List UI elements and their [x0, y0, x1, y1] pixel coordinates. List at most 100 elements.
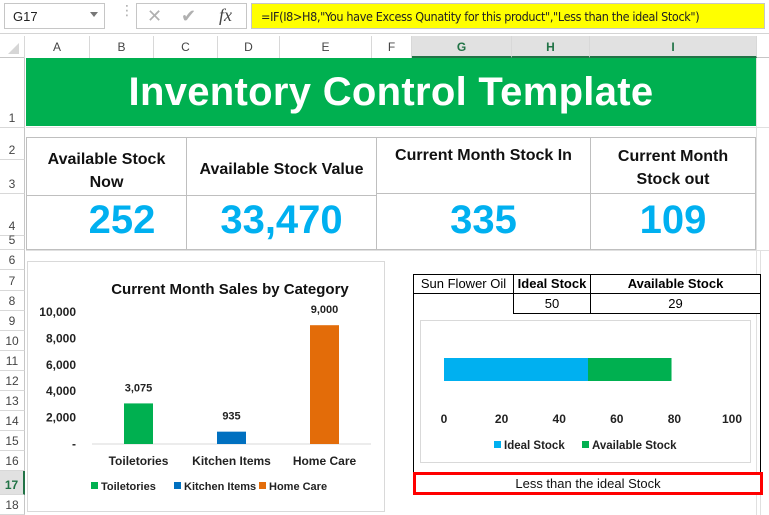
table-border: [413, 293, 414, 473]
row-header-2[interactable]: 2: [0, 128, 25, 160]
legend-swatch: [582, 441, 589, 448]
row-header-9[interactable]: 9: [0, 311, 25, 331]
row-header-12[interactable]: 12: [0, 371, 25, 391]
stock-chart-svg: 0 20 40 60 80 100 Ideal Stock Available Stock: [441, 358, 742, 452]
ideal-stock-header[interactable]: Ideal Stock: [513, 274, 591, 294]
kpi-value: 109: [639, 198, 707, 242]
formula-input[interactable]: =IF(I8>H8,"You have Excess Qunatity for …: [251, 3, 765, 29]
bar-kitchen-items: [217, 431, 246, 444]
row-header-14[interactable]: 14: [0, 411, 25, 431]
row-header-5[interactable]: 5: [0, 233, 25, 250]
column-header-g[interactable]: G: [412, 36, 512, 58]
fx-icon[interactable]: fx: [219, 5, 232, 26]
product-name-cell[interactable]: Sun Flower Oil: [413, 274, 514, 294]
kpi-label-line1: Available Stock: [47, 151, 166, 168]
select-all-icon: [8, 43, 19, 54]
legend-swatch: [91, 482, 98, 489]
x-tick-label: 20: [495, 412, 509, 426]
legend-label: Ideal Stock: [504, 440, 565, 452]
row-header-18[interactable]: 18: [0, 495, 25, 515]
chart-title: Current Month Sales by Category: [111, 281, 349, 298]
divider: [591, 193, 755, 194]
drag-handle-icon[interactable]: ⋮: [120, 3, 134, 17]
x-tick-label: 0: [441, 412, 448, 426]
column-header-i[interactable]: I: [590, 36, 757, 58]
column-header-h[interactable]: H: [512, 36, 590, 58]
status-cell[interactable]: Less than the ideal Stock: [413, 472, 763, 495]
row-header-8[interactable]: 8: [0, 291, 25, 311]
y-tick-label: 8,000: [46, 331, 76, 345]
kpi-value: 252: [88, 198, 156, 242]
kpi-label: Available Stock Value: [199, 161, 364, 178]
row-header-13[interactable]: 13: [0, 391, 25, 411]
gridline: [26, 127, 769, 128]
column-header-e[interactable]: E: [280, 36, 372, 58]
data-label: 935: [222, 411, 240, 423]
kpi-label: Current Month Stock In: [395, 147, 572, 164]
row-header-3[interactable]: 3: [0, 160, 25, 194]
ideal-stock-value[interactable]: 50: [513, 293, 591, 314]
row-header-7[interactable]: 7: [0, 270, 25, 291]
available-stock-header[interactable]: Available Stock: [590, 274, 761, 294]
x-icon[interactable]: ✕: [147, 6, 162, 27]
gridline: [26, 250, 769, 251]
row-header-17[interactable]: 17: [0, 471, 25, 495]
row-header-10[interactable]: 10: [0, 331, 25, 351]
column-header-b[interactable]: B: [90, 36, 154, 58]
kpi-label-line1: Current Month: [617, 148, 729, 165]
column-header-a[interactable]: A: [25, 36, 90, 58]
bar-toiletories: [124, 403, 153, 444]
kpi-label-line2: Now: [89, 174, 124, 191]
row-header-4[interactable]: 4: [0, 194, 25, 236]
kpi-label: Available Stock Now: [27, 148, 186, 194]
formula-buttons: ✕ ✔ fx: [136, 3, 247, 29]
kpi-value: 335: [450, 198, 517, 242]
bar-available-stock: [588, 358, 672, 381]
sales-chart-svg: Current Month Sales by Category - 2,000 4,0…: [39, 281, 371, 493]
column-header-c[interactable]: C: [154, 36, 218, 58]
formula-bar: G17 ⋮ ✕ ✔ fx =IF(I8>H8,"You have Excess …: [0, 0, 769, 34]
chevron-down-icon[interactable]: [90, 12, 98, 17]
divider: [27, 195, 186, 196]
column-header: A B C D E F G H I: [0, 36, 769, 58]
row-header-16[interactable]: 16: [0, 451, 25, 471]
legend-swatch: [494, 441, 501, 448]
row-header-15[interactable]: 15: [0, 431, 25, 451]
legend-label: Toiletories: [101, 481, 156, 493]
select-all-button[interactable]: [0, 36, 25, 58]
x-tick-label: 60: [610, 412, 624, 426]
legend-label: Kitchen Items: [184, 481, 256, 493]
row-header-11[interactable]: 11: [0, 351, 25, 371]
x-tick-label: Toiletories: [109, 454, 169, 468]
column-header-f[interactable]: F: [372, 36, 412, 58]
column-header-d[interactable]: D: [218, 36, 280, 58]
row-header-1[interactable]: 1: [0, 58, 25, 128]
kpi-available-stock-now[interactable]: Available Stock Now 252: [26, 137, 187, 250]
divider: [187, 195, 376, 196]
x-tick-label: Kitchen Items: [192, 454, 271, 468]
bar-home-care: [310, 325, 339, 444]
y-tick-label: 2,000: [46, 411, 76, 425]
table-border: [760, 293, 761, 473]
y-tick-label: 10,000: [39, 305, 76, 319]
kpi-label-line2: Stock out: [636, 171, 710, 188]
y-tick-label: 6,000: [46, 358, 76, 372]
row-header-6[interactable]: 6: [0, 250, 25, 270]
x-tick-label: 40: [553, 412, 567, 426]
check-icon[interactable]: ✔: [181, 6, 196, 27]
available-stock-value[interactable]: 29: [590, 293, 761, 314]
y-tick-label: 4,000: [46, 384, 76, 398]
kpi-available-stock-value[interactable]: Available Stock Value 33,470: [186, 137, 377, 250]
stock-comparison-chart[interactable]: 0 20 40 60 80 100 Ideal Stock Available Stock: [420, 320, 751, 463]
kpi-value: 33,470: [220, 198, 343, 242]
legend-label: Home Care: [269, 481, 327, 493]
y-tick-label: -: [72, 437, 76, 451]
x-tick-label: 100: [722, 412, 742, 426]
x-tick-label: Home Care: [293, 454, 357, 468]
kpi-current-month-stock-in[interactable]: Current Month Stock In 335: [376, 137, 591, 250]
kpi-label: Current Month Stock out: [591, 145, 755, 191]
divider: [377, 193, 590, 194]
sales-by-category-chart[interactable]: Current Month Sales by Category - 2,000 4,0…: [27, 261, 385, 512]
kpi-current-month-stock-out[interactable]: Current Month Stock out 109: [590, 137, 756, 250]
bar-ideal-stock: [444, 358, 588, 381]
